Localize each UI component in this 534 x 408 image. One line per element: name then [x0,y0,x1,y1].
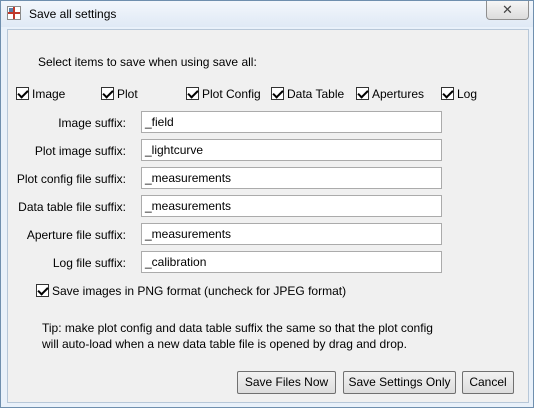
tip-line-2: will auto-load when a new data table fil… [42,337,407,351]
title-bar[interactable]: Save all settings ✕ [1,1,533,27]
plot-image-suffix-label: Plot image suffix: [34,144,126,158]
image-checkbox-label: Image [32,87,66,101]
apertures-checkbox[interactable] [356,87,369,100]
close-button[interactable]: ✕ [486,1,529,20]
log-checkbox-label: Log [457,87,478,101]
tip-line-1: Tip: make plot config and data table suf… [42,321,433,335]
log-suffix-label: Log file suffix: [52,256,126,270]
plot-checkbox[interactable] [101,87,114,100]
data-table-suffix-label: Data table file suffix: [18,200,126,214]
cancel-button[interactable]: Cancel [462,371,514,394]
plot-config-checkbox-label: Plot Config [202,87,261,101]
app-icon [7,6,21,20]
plot-image-suffix-field[interactable]: _lightcurve [141,139,442,161]
png-format-label: Save images in PNG format (uncheck for J… [52,284,347,298]
image-suffix-label: Image suffix: [58,116,126,130]
plot-config-suffix-field[interactable]: _measurements [141,167,442,189]
plot-config-checkbox[interactable] [186,87,199,100]
log-suffix-field[interactable]: _calibration [141,251,442,273]
data-table-checkbox[interactable] [271,87,284,100]
tip-text: Tip: make plot config and data table suf… [42,320,433,352]
data-table-checkbox-label: Data Table [287,87,345,101]
save-settings-only-button[interactable]: Save Settings Only [343,371,456,394]
data-table-suffix-field[interactable]: _measurements [141,195,442,217]
apertures-checkbox-label: Apertures [372,87,425,101]
aperture-suffix-field[interactable]: _measurements [141,223,442,245]
log-checkbox[interactable] [441,87,454,100]
image-checkbox[interactable] [16,87,29,100]
intro-text: Select items to save when using save all… [38,55,257,69]
plot-config-suffix-label: Plot config file suffix: [16,172,126,186]
save-all-settings-dialog: Save all settings ✕ Select items to save… [0,0,534,408]
settings-panel: Select items to save when using save all… [7,29,529,403]
plot-checkbox-label: Plot [117,87,138,101]
png-format-checkbox[interactable] [36,284,49,297]
aperture-suffix-label: Aperture file suffix: [26,228,126,242]
window-title: Save all settings [29,7,117,21]
image-suffix-field[interactable]: _field [141,111,442,133]
save-files-now-button[interactable]: Save Files Now [237,371,336,394]
